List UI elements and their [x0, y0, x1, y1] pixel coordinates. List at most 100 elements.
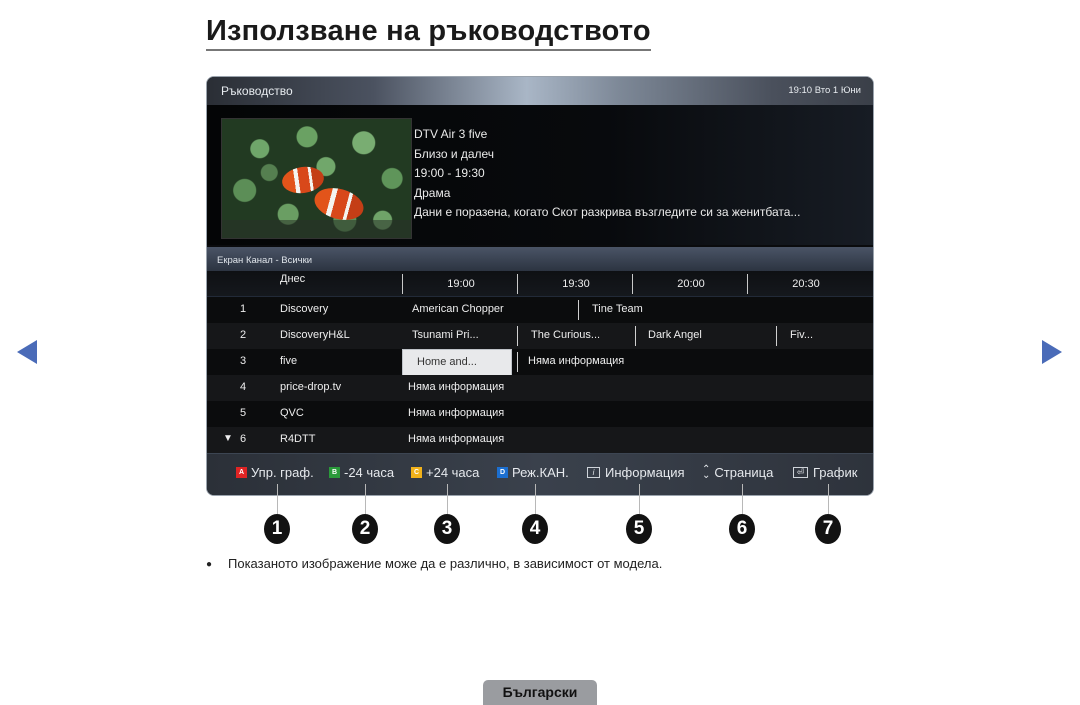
info-time: 19:00 - 19:30	[414, 166, 485, 181]
program-cell[interactable]: Tine Team	[592, 303, 643, 315]
program-cell[interactable]: The Curious...	[531, 329, 600, 341]
model-note: ● Показаното изображение може да е разли…	[206, 556, 662, 573]
page-button[interactable]: ⌃ ⌄ Страница	[702, 463, 774, 481]
callout-line	[535, 484, 536, 514]
guide-clock: 19:10 Вто 1 Юни	[788, 85, 861, 96]
schedule-button[interactable]: ⏎ График	[793, 465, 857, 480]
channel-filter-label: Екран Канал - Всички	[217, 255, 313, 266]
program-cell[interactable]: Dark Angel	[648, 329, 702, 341]
channel-name: QVC	[280, 407, 304, 419]
bullet-icon: ●	[206, 559, 213, 570]
footer-label: Страница	[714, 465, 774, 480]
program-cell[interactable]: American Chopper	[412, 303, 504, 315]
yellow-c-key-icon: C	[411, 467, 422, 478]
red-a-key-icon: A	[236, 467, 247, 478]
information-button[interactable]: i Информация	[587, 465, 685, 480]
program-divider	[578, 300, 579, 320]
callout-line	[365, 484, 366, 514]
footer-label: +24 часа	[426, 465, 480, 480]
time-divider	[747, 274, 748, 294]
footer-label: Реж.КАН.	[512, 465, 569, 480]
time-slot: 19:00	[447, 278, 475, 290]
note-text: Показаното изображение може да е различн…	[228, 556, 663, 571]
callout-marker-3: 3	[434, 514, 460, 544]
clownfish-image	[310, 183, 368, 225]
time-slot: 19:30	[562, 278, 590, 290]
guide-header: Ръководство 19:10 Вто 1 Юни	[207, 77, 873, 111]
channel-name: R4DTT	[280, 433, 316, 445]
time-slot: 20:00	[677, 278, 705, 290]
program-divider	[517, 352, 518, 372]
info-icon: i	[587, 467, 600, 478]
blue-d-key-icon: D	[497, 467, 508, 478]
channel-mode-button[interactable]: D Реж.КАН.	[497, 465, 569, 480]
program-cell[interactable]: Няма информация	[408, 407, 504, 419]
time-divider	[632, 274, 633, 294]
guide-footer: A Упр. граф. B -24 часа C +24 часа D Реж…	[207, 453, 873, 495]
program-cell[interactable]: Няма информация	[528, 355, 624, 367]
time-slot: 20:30	[792, 278, 820, 290]
page-title: Използване на ръководството	[206, 15, 651, 51]
callout-marker-4: 4	[522, 514, 548, 544]
program-cell[interactable]: Няма информация	[408, 381, 504, 393]
page-updown-icon: ⌃ ⌄	[702, 463, 711, 481]
info-description: Дани е поразена, когато Скот разкрива въ…	[414, 205, 801, 220]
scroll-down-icon[interactable]: ▼	[223, 433, 233, 444]
program-cell[interactable]: Няма информация	[408, 433, 504, 445]
callout-line	[277, 484, 278, 514]
footer-label: Упр. граф.	[251, 465, 314, 480]
footer-label: Информация	[605, 465, 685, 480]
channel-row[interactable]: 2 DiscoveryH&L Tsunami Pri... The Curiou…	[207, 323, 873, 349]
program-cell[interactable]: Tsunami Pri...	[412, 329, 479, 341]
channel-number: 1	[240, 303, 247, 315]
time-divider	[517, 274, 518, 294]
program-preview-image	[221, 118, 412, 239]
footer-label: График	[813, 465, 858, 480]
channel-name: Discovery	[280, 303, 329, 315]
channel-number: 5	[240, 407, 247, 419]
program-cell[interactable]: Fiv...	[790, 329, 813, 341]
tv-guide-screen: Ръководство 19:10 Вто 1 Юни DTV Air 3 fi…	[206, 76, 874, 496]
callout-line	[828, 484, 829, 514]
info-program: Близо и далеч	[414, 146, 495, 161]
program-divider	[635, 326, 636, 346]
callout-marker-6: 6	[729, 514, 755, 544]
callout-line	[742, 484, 743, 514]
program-divider	[517, 326, 518, 346]
info-channel: DTV Air 3 five	[414, 127, 488, 141]
channel-row[interactable]: 3 five Home and... Няма информация	[207, 349, 873, 376]
schedule-icon: ⏎	[793, 467, 808, 478]
callout-marker-1: 1	[264, 514, 290, 544]
callout-line	[447, 484, 448, 514]
green-b-key-icon: B	[329, 467, 340, 478]
channel-number: 6	[240, 433, 247, 445]
channel-number: 2	[240, 329, 247, 341]
selected-program-cell[interactable]: Home and...	[402, 349, 512, 376]
channel-row[interactable]: 5 QVC Няма информация	[207, 401, 873, 427]
program-divider	[776, 326, 777, 346]
channel-name: DiscoveryH&L	[280, 329, 350, 341]
plus-24h-button[interactable]: C +24 часа	[411, 465, 479, 480]
time-header-row: Днес 19:00 19:30 20:00 20:30	[207, 271, 873, 297]
channel-row[interactable]: 1 Discovery American Chopper Tine Team	[207, 297, 873, 323]
callout-line	[639, 484, 640, 514]
channel-filter-bar: Екран Канал - Всички	[207, 247, 873, 271]
selected-program-label: Home and...	[417, 356, 477, 368]
language-tab[interactable]: Български	[483, 680, 597, 705]
callout-marker-2: 2	[352, 514, 378, 544]
info-genre: Драма	[414, 185, 451, 200]
program-info-panel: DTV Air 3 five Близо и далеч 19:00 - 19:…	[207, 105, 873, 245]
previous-page-arrow-icon[interactable]	[17, 340, 37, 364]
footer-label: -24 часа	[344, 465, 395, 480]
callout-marker-5: 5	[626, 514, 652, 544]
guide-title: Ръководство	[221, 84, 293, 98]
today-label: Днес	[280, 273, 306, 285]
channel-number: 3	[240, 355, 247, 367]
schedule-manager-button[interactable]: A Упр. граф.	[236, 465, 314, 480]
channel-row[interactable]: ▼ 6 R4DTT Няма информация	[207, 427, 873, 453]
time-divider	[402, 274, 403, 294]
minus-24h-button[interactable]: B -24 часа	[329, 465, 394, 480]
next-page-arrow-icon[interactable]	[1042, 340, 1062, 364]
channel-row[interactable]: 4 price-drop.tv Няма информация	[207, 375, 873, 401]
channel-number: 4	[240, 381, 247, 393]
